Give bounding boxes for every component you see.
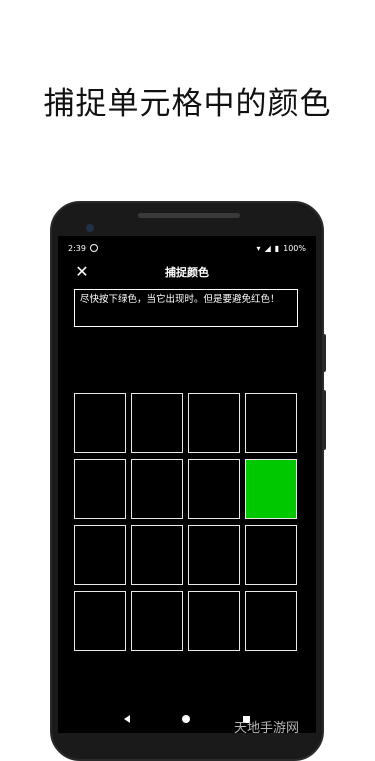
- grid-cell[interactable]: [131, 591, 183, 651]
- app-bar: ✕ 捕捉颜色: [58, 260, 316, 284]
- grid-cell[interactable]: [188, 591, 240, 651]
- grid-cell[interactable]: [188, 459, 240, 519]
- grid-cell[interactable]: [188, 525, 240, 585]
- battery-level: 100%: [283, 243, 306, 253]
- grid-cell[interactable]: [74, 393, 126, 453]
- grid-cell[interactable]: [74, 591, 126, 651]
- volume-button: [322, 334, 326, 372]
- status-bar: 2:39 ▾ ◢ ▮ 100%: [58, 236, 316, 260]
- battery-icon: ▮: [274, 243, 280, 253]
- signal-icon: ◢: [264, 243, 271, 253]
- status-time: 2:39: [68, 243, 86, 253]
- grid-cell[interactable]: [245, 591, 297, 651]
- wifi-icon: ▾: [256, 243, 261, 253]
- grid-cell[interactable]: [131, 525, 183, 585]
- front-camera: [86, 224, 94, 232]
- google-icon: [89, 244, 98, 252]
- app-screen: 2:39 ▾ ◢ ▮ 100% ✕ 捕捉颜色 尽快按下绿色，当它出现时。但是要避…: [58, 236, 316, 733]
- phone-speaker: [138, 213, 240, 218]
- color-grid: [74, 393, 298, 651]
- close-icon[interactable]: ✕: [74, 264, 90, 280]
- grid-cell-green[interactable]: [245, 459, 297, 519]
- grid-cell[interactable]: [131, 393, 183, 453]
- grid-cell[interactable]: [245, 393, 297, 453]
- grid-cell[interactable]: [245, 525, 297, 585]
- home-icon[interactable]: [182, 715, 191, 723]
- power-button: [322, 390, 326, 450]
- grid-cell[interactable]: [74, 525, 126, 585]
- page-title: 捕捉颜色: [165, 266, 209, 279]
- promo-title: 捕捉单元格中的颜色: [43, 86, 332, 122]
- grid-cell[interactable]: [74, 459, 126, 519]
- grid-cell[interactable]: [131, 459, 183, 519]
- instructions-box: 尽快按下绿色，当它出现时。但是要避免红色！: [74, 289, 298, 327]
- watermark: 天地手游网: [234, 721, 300, 736]
- grid-cell[interactable]: [188, 393, 240, 453]
- back-icon[interactable]: [124, 715, 131, 723]
